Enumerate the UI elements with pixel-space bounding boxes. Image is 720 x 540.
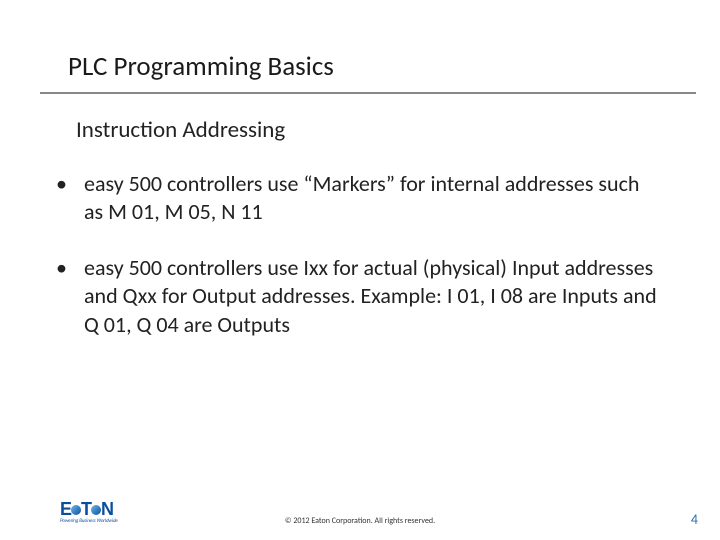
- page-number: 4: [691, 511, 698, 528]
- copyright-text: © 2012 Eaton Corporation. All rights res…: [0, 516, 720, 526]
- list-item: easy 500 controllers use Ixx for actual …: [44, 254, 660, 338]
- logo-dot-icon: [91, 505, 101, 515]
- title-divider: [40, 92, 696, 94]
- list-item: easy 500 controllers use “Markers” for i…: [44, 170, 660, 226]
- bullet-list: easy 500 controllers use “Markers” for i…: [44, 170, 660, 339]
- body-content: easy 500 controllers use “Markers” for i…: [44, 170, 660, 367]
- slide-subtitle: Instruction Addressing: [76, 116, 285, 144]
- slide: PLC Programming Basics Instruction Addre…: [0, 0, 720, 540]
- logo-dot-icon: [71, 505, 81, 515]
- slide-title: PLC Programming Basics: [68, 50, 334, 83]
